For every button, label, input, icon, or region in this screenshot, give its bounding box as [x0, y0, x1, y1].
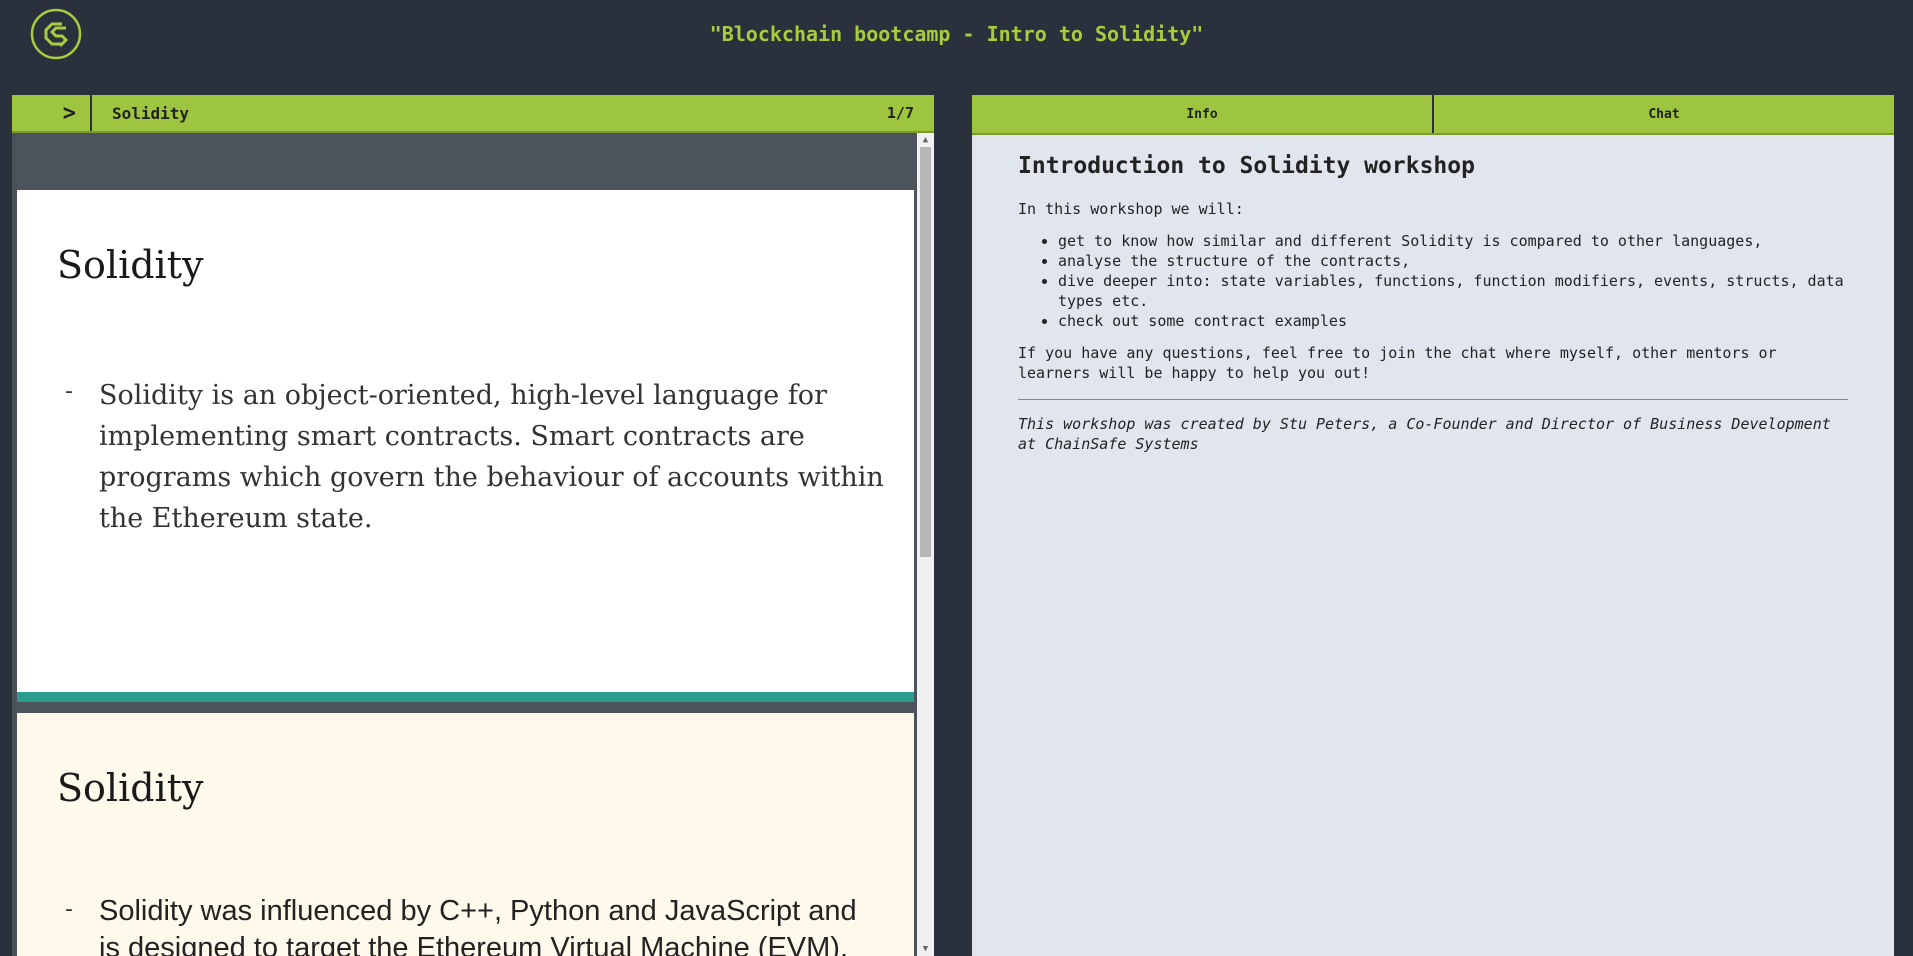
slides-panel: > Solidity 1/7 Solidity - Solidity is an… [12, 95, 934, 956]
tab-chat[interactable]: Chat [1432, 95, 1894, 133]
slide: Solidity - Solidity was influenced by C+… [17, 713, 914, 956]
info-intro: In this workshop we will: [1018, 200, 1244, 218]
slide-title: Solidity [57, 766, 204, 810]
slide: Solidity - Solidity is an object-oriente… [17, 190, 914, 702]
info-panel: Info Chat Introduction to Solidity works… [972, 95, 1894, 956]
slides-toolbar: > Solidity 1/7 [12, 95, 934, 133]
scrollbar-thumb[interactable] [920, 147, 931, 557]
page-indicator: 1/7 [886, 104, 914, 122]
divider [1018, 399, 1848, 400]
page-title: "Blockchain bootcamp - Intro to Solidity… [709, 22, 1204, 46]
info-heading: Introduction to Solidity workshop [1018, 153, 1475, 179]
list-item: dive deeper into: state variables, funct… [1058, 271, 1848, 311]
list-item: check out some contract examples [1058, 311, 1848, 331]
scroll-up-icon[interactable]: ▲ [917, 133, 934, 147]
vertical-scrollbar[interactable]: ▲ ▼ [917, 133, 934, 956]
bullet-text: Solidity is an object-oriented, high-lev… [99, 380, 884, 534]
bullet-text: Solidity was influenced by C++, Python a… [99, 895, 857, 956]
slide-bullet: - Solidity is an object-oriented, high-l… [65, 375, 885, 539]
info-questions: If you have any questions, feel free to … [1018, 344, 1777, 382]
slide-bullet: - Solidity was influenced by C++, Python… [65, 893, 885, 956]
scroll-down-icon[interactable]: ▼ [917, 942, 934, 956]
list-item: analyse the structure of the contracts, [1058, 251, 1848, 271]
bullet-marker: - [65, 379, 73, 404]
toggle-sidebar-button[interactable]: > [12, 95, 92, 131]
info-credit: This workshop was created by Stu Peters,… [1018, 415, 1831, 453]
slide-title: Solidity [57, 243, 204, 287]
info-content: Introduction to Solidity workshop In thi… [972, 135, 1894, 484]
document-title: Solidity [112, 103, 190, 123]
list-item: get to know how similar and different So… [1058, 231, 1848, 251]
panel-tabs: Info Chat [972, 95, 1894, 135]
tab-info[interactable]: Info [972, 95, 1432, 133]
slide-viewer[interactable]: Solidity - Solidity is an object-oriente… [12, 133, 934, 956]
info-list: get to know how similar and different So… [1018, 231, 1848, 331]
bullet-marker: - [65, 897, 73, 922]
